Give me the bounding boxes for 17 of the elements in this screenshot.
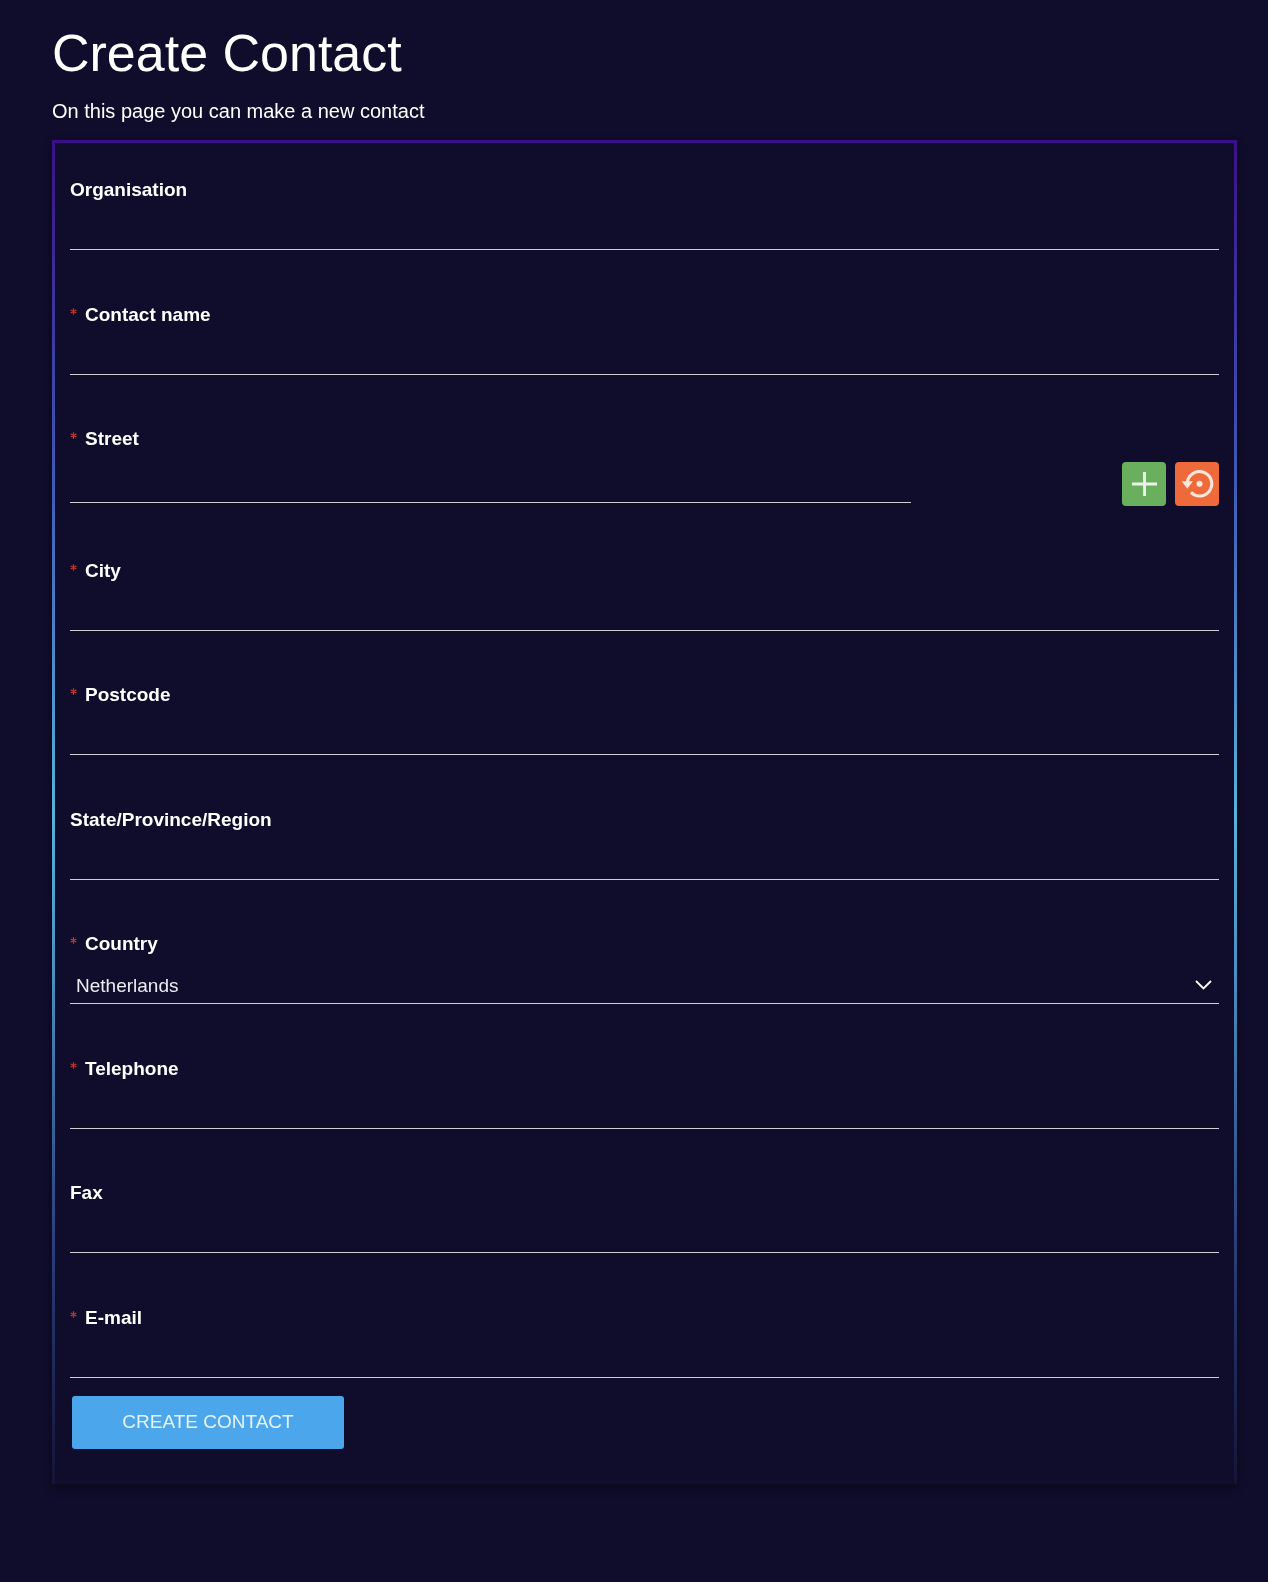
- field-label: Telephone: [85, 1057, 179, 1080]
- circular-arrow-icon: [1180, 470, 1214, 498]
- reset-button[interactable]: [1175, 462, 1219, 506]
- plus-icon: [1131, 472, 1157, 496]
- field-label: City: [85, 559, 121, 582]
- field-label: E-mail: [85, 1306, 143, 1329]
- field-label: Country: [85, 933, 158, 955]
- field-label: State/Province/Region: [70, 808, 272, 831]
- page-title: Create Contact: [52, 23, 402, 84]
- field-label: Organisation: [70, 179, 188, 201]
- field-label: Contact name: [85, 303, 211, 326]
- dropdown-field[interactable]: Netherlands: [70, 967, 1219, 1004]
- field-label: Street: [85, 428, 139, 450]
- chevron-down-icon: [1195, 980, 1212, 990]
- page-subtitle: On this page you can make a new contact: [52, 99, 425, 123]
- field-label: Fax: [70, 1182, 103, 1204]
- field-label: Postcode: [85, 684, 171, 706]
